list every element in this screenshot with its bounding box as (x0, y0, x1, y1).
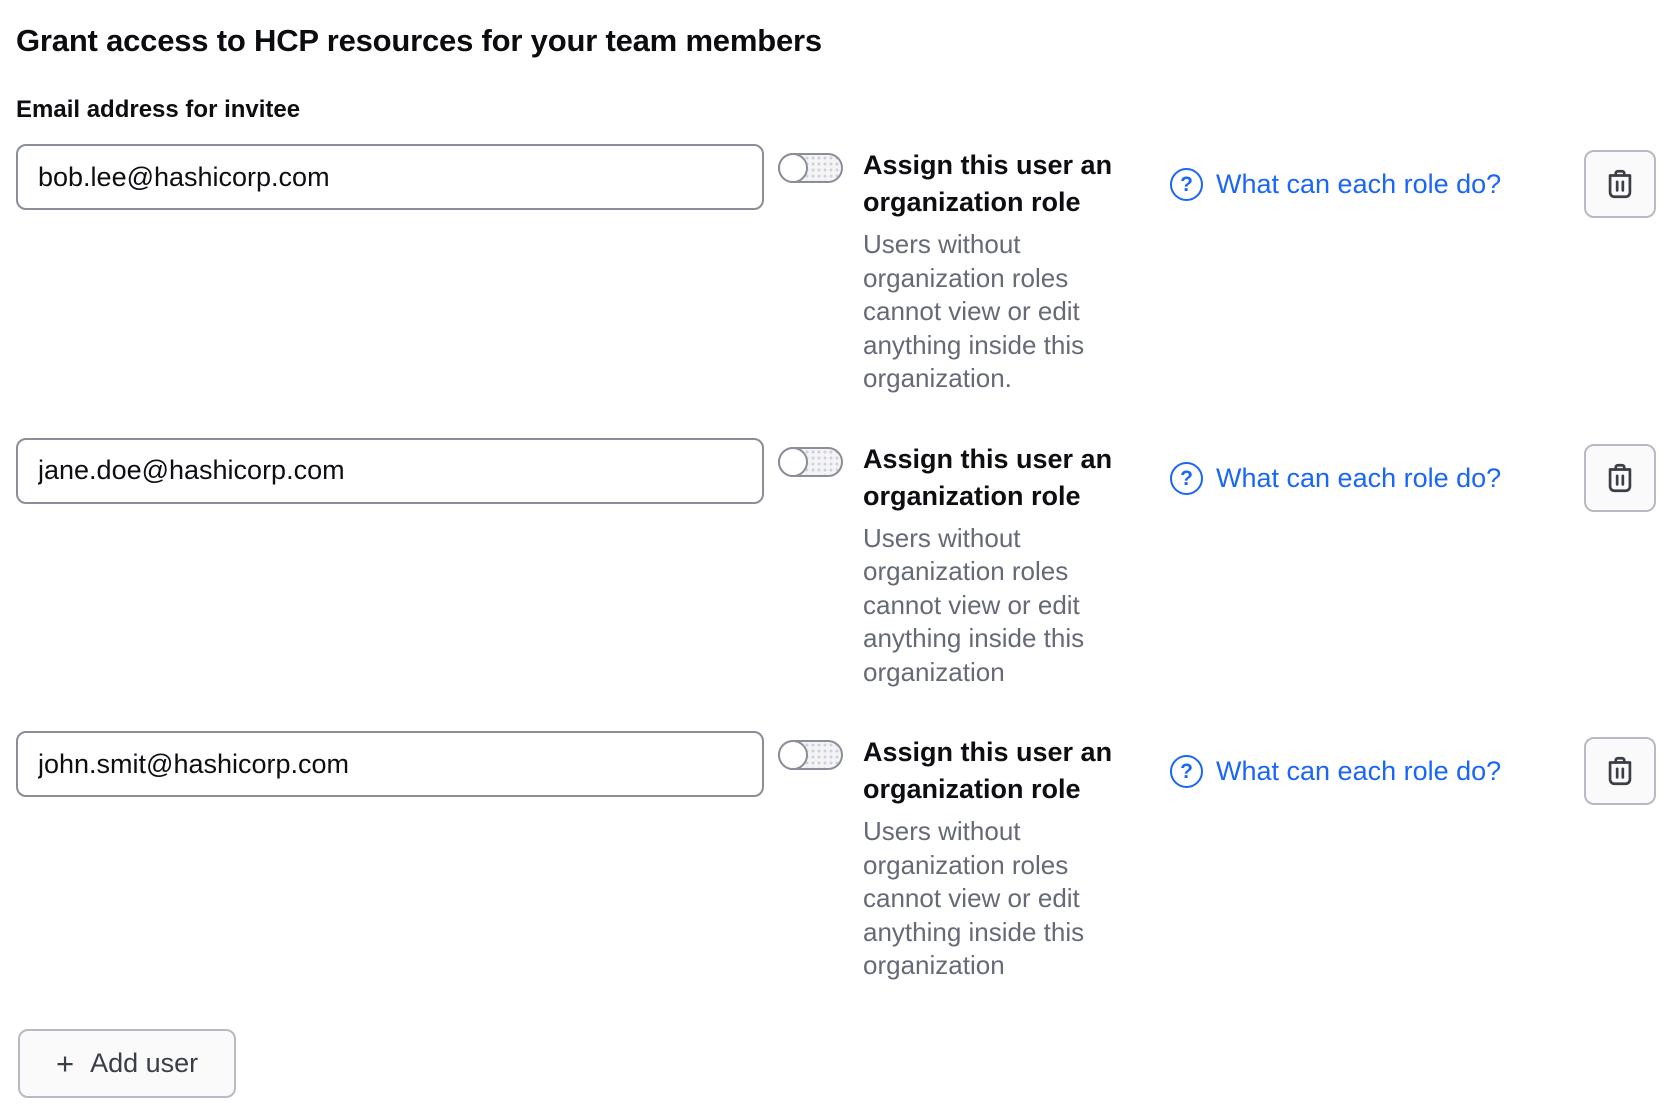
role-help-link-label: What can each role do? (1216, 169, 1501, 200)
org-role-text: Assign this user an organization role Us… (863, 731, 1128, 983)
role-help-link-label: What can each role do? (1216, 756, 1501, 787)
trash-icon (1603, 754, 1637, 788)
delete-row-button[interactable] (1584, 444, 1656, 512)
help-circle-icon: ? (1170, 755, 1203, 788)
help-circle-icon: ? (1170, 168, 1203, 201)
trash-icon (1603, 461, 1637, 495)
role-help-link[interactable]: ? What can each role do? (1170, 755, 1542, 788)
org-role-description: Users without organization roles cannot … (863, 228, 1128, 396)
org-role-toggle[interactable] (778, 447, 843, 477)
email-address-label: Email address for invitee (16, 96, 1656, 124)
org-role-toggle-label: Assign this user an organization role (863, 441, 1128, 515)
add-user-button-label: Add user (90, 1048, 198, 1079)
toggle-knob (778, 153, 808, 183)
help-circle-icon: ? (1170, 462, 1203, 495)
org-role-text: Assign this user an organization role Us… (863, 438, 1128, 690)
org-role-toggle-label: Assign this user an organization role (863, 147, 1128, 221)
page-title: Grant access to HCP resources for your t… (16, 22, 1656, 60)
role-help-link-label: What can each role do? (1216, 463, 1501, 494)
role-help-link[interactable]: ? What can each role do? (1170, 168, 1542, 201)
role-help-link[interactable]: ? What can each role do? (1170, 462, 1542, 495)
org-role-description: Users without organization roles cannot … (863, 815, 1128, 983)
invite-users-form: Grant access to HCP resources for your t… (0, 0, 1672, 1098)
org-role-toggle[interactable] (778, 740, 843, 770)
toggle-knob (778, 447, 808, 477)
invite-row: Assign this user an organization role Us… (16, 438, 1656, 690)
trash-icon (1603, 167, 1637, 201)
email-input[interactable] (16, 731, 764, 797)
add-user-button[interactable]: + Add user (18, 1029, 236, 1098)
org-role-description: Users without organization roles cannot … (863, 522, 1128, 690)
email-input[interactable] (16, 144, 764, 210)
delete-row-button[interactable] (1584, 737, 1656, 805)
toggle-knob (778, 740, 808, 770)
invite-row: Assign this user an organization role Us… (16, 144, 1656, 396)
org-role-text: Assign this user an organization role Us… (863, 144, 1128, 396)
org-role-toggle-label: Assign this user an organization role (863, 734, 1128, 808)
delete-row-button[interactable] (1584, 150, 1656, 218)
plus-icon: + (56, 1048, 74, 1079)
invite-row: Assign this user an organization role Us… (16, 731, 1656, 983)
invite-rows: Assign this user an organization role Us… (16, 144, 1656, 983)
org-role-toggle[interactable] (778, 153, 843, 183)
email-input[interactable] (16, 438, 764, 504)
